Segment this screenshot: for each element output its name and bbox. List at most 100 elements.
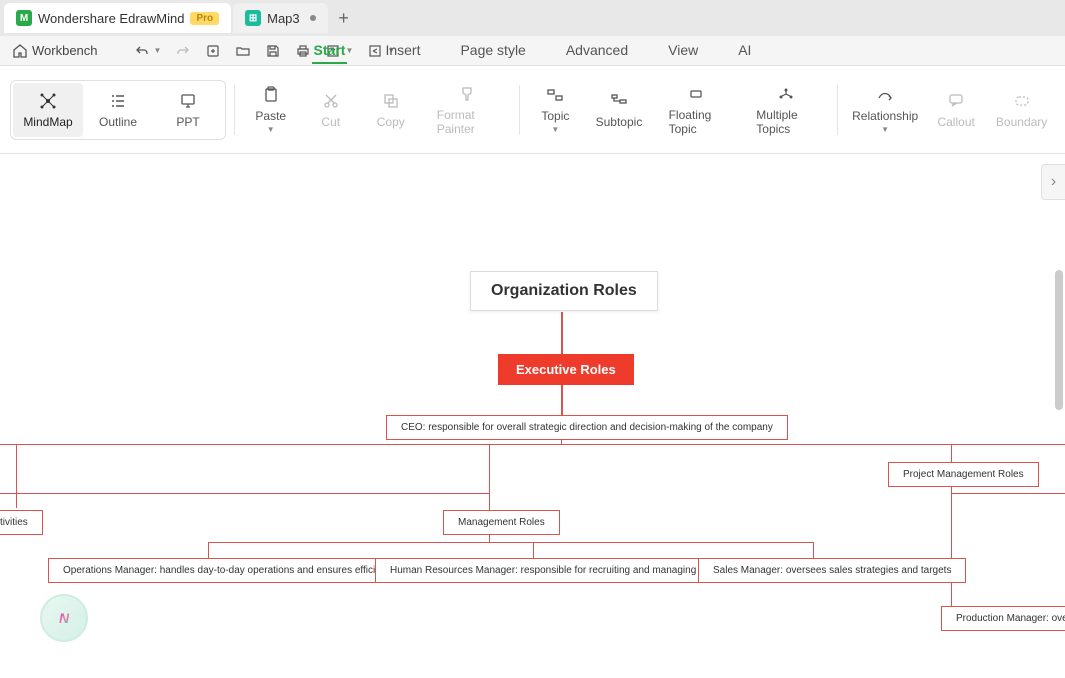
paste-icon — [261, 85, 281, 105]
format-painter-button[interactable]: Format Painter — [423, 76, 511, 144]
ai-assistant-button[interactable]: N — [40, 594, 88, 642]
connector — [0, 493, 489, 494]
mindmap-label: MindMap — [23, 115, 72, 129]
expand-side-panel-button[interactable]: › — [1041, 164, 1065, 200]
topic-label: Topic — [541, 109, 569, 123]
connector — [16, 444, 17, 508]
relationship-button[interactable]: Relationship ▼ — [846, 77, 924, 142]
app-tab-label: Wondershare EdrawMind — [38, 11, 184, 26]
tab-ai[interactable]: AI — [736, 38, 753, 64]
view-mode-group: MindMap Outline PPT — [10, 80, 226, 140]
connector — [951, 444, 952, 462]
connector — [561, 383, 563, 415]
copy-icon — [381, 91, 401, 111]
chevron-down-icon: ▼ — [154, 46, 162, 55]
root-node[interactable]: Organization Roles — [470, 271, 658, 311]
ceo-node[interactable]: CEO: responsible for overall strategic d… — [386, 415, 788, 440]
mindmap-icon — [38, 91, 58, 111]
connector — [208, 542, 209, 558]
multiple-topics-label: Multiple Topics — [756, 108, 815, 136]
copy-button[interactable]: Copy — [363, 83, 419, 137]
connector — [561, 312, 563, 354]
hr-manager-node[interactable]: Human Resources Manager: responsible for… — [375, 558, 733, 583]
redo-icon — [175, 43, 191, 59]
tab-bar: M Wondershare EdrawMind Pro ⊞ Map3 + — [0, 0, 1065, 36]
topic-icon — [545, 85, 565, 105]
multiple-topics-button[interactable]: Multiple Topics — [742, 76, 829, 144]
ppt-icon — [178, 91, 198, 111]
print-icon — [295, 43, 311, 59]
new-file-button[interactable] — [201, 41, 225, 61]
callout-icon — [946, 91, 966, 111]
tab-view[interactable]: View — [666, 38, 700, 64]
chevron-down-icon: ▼ — [881, 125, 889, 134]
save-icon — [265, 43, 281, 59]
relationship-label: Relationship — [852, 109, 918, 123]
boundary-label: Boundary — [996, 115, 1047, 129]
mindmap-view-button[interactable]: MindMap — [13, 83, 83, 137]
save-button[interactable] — [261, 41, 285, 61]
tab-start[interactable]: Start — [312, 38, 348, 64]
boundary-icon — [1012, 91, 1032, 111]
quick-access-bar: Workbench ▼ ▼ — [0, 36, 1065, 66]
cut-icon — [321, 91, 341, 111]
mindmap-canvas[interactable]: Organization Roles Executive Roles CEO: … — [0, 154, 1065, 678]
ribbon-toolbar: MindMap Outline PPT Paste ▼ Cut Copy For… — [0, 66, 1065, 154]
vertical-scrollbar[interactable] — [1055, 270, 1063, 410]
topic-button[interactable]: Topic ▼ — [527, 77, 583, 142]
ppt-label: PPT — [176, 115, 199, 129]
workbench-label: Workbench — [32, 43, 98, 58]
undo-icon — [134, 43, 150, 59]
main-menu: Start Insert Page style Advanced View AI — [312, 38, 754, 64]
production-manager-node[interactable]: Production Manager: overs — [941, 606, 1065, 631]
tab-pagestyle[interactable]: Page style — [458, 38, 527, 64]
redo-button[interactable] — [171, 41, 195, 61]
cut-button[interactable]: Cut — [303, 83, 359, 137]
outline-label: Outline — [99, 115, 137, 129]
unsaved-dot-icon — [310, 15, 316, 21]
connector — [533, 542, 534, 558]
floating-topic-label: Floating Topic — [669, 108, 725, 136]
home-button[interactable]: Workbench — [8, 41, 102, 61]
subtopic-label: Subtopic — [596, 115, 643, 129]
cut-label: Cut — [321, 115, 340, 129]
callout-label: Callout — [937, 115, 974, 129]
activities-node[interactable]: ctivities — [0, 510, 43, 535]
executive-roles-node[interactable]: Executive Roles — [498, 354, 634, 385]
app-logo-icon: M — [16, 10, 32, 26]
chevron-down-icon: ▼ — [267, 125, 275, 134]
undo-button[interactable]: ▼ — [130, 41, 166, 61]
document-tab[interactable]: ⊞ Map3 — [233, 3, 328, 33]
home-icon — [12, 43, 28, 59]
app-tab[interactable]: M Wondershare EdrawMind Pro — [4, 3, 231, 33]
connector — [0, 444, 1065, 445]
tab-insert[interactable]: Insert — [383, 38, 422, 64]
folder-icon — [235, 43, 251, 59]
pm-roles-node[interactable]: Project Management Roles — [888, 462, 1039, 487]
callout-button[interactable]: Callout — [928, 83, 984, 137]
format-painter-icon — [457, 84, 477, 104]
paste-label: Paste — [255, 109, 286, 123]
subtopic-button[interactable]: Subtopic — [587, 83, 650, 137]
tab-advanced[interactable]: Advanced — [564, 38, 630, 64]
paste-button[interactable]: Paste ▼ — [243, 77, 299, 142]
management-roles-node[interactable]: Management Roles — [443, 510, 560, 535]
open-file-button[interactable] — [231, 41, 255, 61]
boundary-button[interactable]: Boundary — [988, 83, 1055, 137]
chevron-right-icon: › — [1051, 173, 1056, 191]
document-tab-label: Map3 — [267, 11, 300, 26]
pro-badge: Pro — [190, 12, 219, 25]
format-painter-label: Format Painter — [437, 108, 497, 136]
new-tab-button[interactable]: + — [330, 4, 358, 32]
outline-view-button[interactable]: Outline — [83, 83, 153, 137]
connector — [813, 542, 814, 558]
copy-label: Copy — [377, 115, 405, 129]
relationship-icon — [875, 85, 895, 105]
sales-manager-node[interactable]: Sales Manager: oversees sales strategies… — [698, 558, 966, 583]
floating-topic-button[interactable]: Floating Topic — [655, 76, 739, 144]
connector — [951, 493, 1065, 494]
new-file-icon — [205, 43, 221, 59]
operations-manager-node[interactable]: Operations Manager: handles day-to-day o… — [48, 558, 411, 583]
multiple-topics-icon — [776, 84, 796, 104]
ppt-view-button[interactable]: PPT — [153, 83, 223, 137]
